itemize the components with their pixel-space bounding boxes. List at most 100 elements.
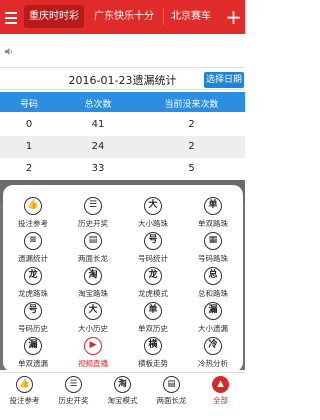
tab-beijing[interactable]: 北京赛车 [164, 5, 218, 28]
bottom-nav-label: 历史开奖 [58, 396, 89, 405]
big-small-icon: 大 [84, 302, 102, 320]
notice-bar [0, 34, 245, 68]
bottom-nav-item[interactable]: ▲ 全部 [196, 373, 245, 420]
menu-item[interactable]: 号号码历史 [3, 302, 63, 342]
bottom-nav-item[interactable]: 淘淘宝模式 [98, 373, 147, 420]
menu-item[interactable]: 号号码统计 [123, 232, 183, 272]
cell-number: 2 [25, 163, 33, 174]
document-icon: ☰ [65, 376, 82, 393]
menu-item[interactable]: ▤ 两面长龙 [63, 232, 123, 272]
menu-item-label: 龙虎模式 [138, 289, 168, 298]
menu-item-label: 冷热分析 [198, 359, 228, 368]
thumb-up-icon: 👍 [24, 197, 42, 215]
missing-icon: 漏 [204, 302, 222, 320]
bottom-nav-label: 淘宝模式 [107, 396, 138, 405]
trend-icon: 横 [144, 337, 162, 355]
thumb-up-icon: 👍 [16, 376, 33, 393]
top-nav-bar: 重庆时时彩 广东快乐十分 北京赛车 + [0, 0, 245, 34]
menu-item-label: 投注参考 [18, 219, 48, 228]
menu-item[interactable]: 龙龙虎路珠 [3, 267, 63, 307]
taobao-icon: 淘 [114, 376, 131, 393]
menu-item[interactable]: ▦ 号码路珠 [183, 232, 243, 272]
menu-item-label: 视频直播 [78, 359, 108, 368]
menu-item-label: 号码统计 [138, 254, 168, 263]
menu-item-label: 大小路珠 [138, 219, 168, 228]
bottom-nav-label: 两面长龙 [156, 396, 187, 405]
document-icon: ☰ [84, 197, 102, 215]
select-date-button[interactable]: 选择日期 [204, 72, 244, 88]
cell-missing: 2 [188, 119, 195, 130]
speaker-icon [4, 47, 12, 56]
cell-missing: 5 [188, 163, 195, 174]
menu-item[interactable]: 冷冷热分析 [183, 337, 243, 377]
menu-item-label: 遗漏统计 [18, 254, 48, 263]
menu-item-label: 横板走势 [138, 359, 168, 368]
menu-item[interactable]: 漏单双遗漏 [3, 337, 63, 377]
sum-icon: 总 [204, 267, 222, 285]
header-total: 总次数 [84, 100, 112, 110]
cell-total: 33 [91, 163, 105, 174]
bottom-nav-label: 投注参考 [9, 396, 40, 405]
big-icon: 大 [144, 197, 162, 215]
dragon-mode-icon: 龙 [144, 267, 162, 285]
notebook-icon: ▤ [84, 232, 102, 250]
menu-item-label: 单双遗漏 [18, 359, 48, 368]
cell-number: 0 [25, 119, 33, 130]
menu-item-label: 大小遗漏 [198, 324, 228, 333]
menu-panel: 👍 投注参考 ☰ 历史开奖大大小路珠单单双路珠 ≡ 遗漏统计 ▤ 两面长龙号号码统计 ▦ 号码路珠… [3, 185, 243, 372]
bottom-nav-label: 全部 [213, 396, 228, 405]
menu-item[interactable]: 大大小历史 [63, 302, 123, 342]
number-history-icon: 号 [24, 302, 42, 320]
bottom-nav-item[interactable]: ☰ 历史开奖 [49, 373, 98, 420]
title-row: 2016-01-23遗漏统计 选择日期 [0, 68, 245, 90]
menu-item[interactable]: 龙龙虎模式 [123, 267, 183, 307]
bottom-nav-item[interactable]: 👍 投注参考 [0, 373, 49, 420]
video-icon: ▶ [84, 337, 102, 355]
cell-missing: 2 [188, 141, 195, 152]
table-row: 0 41 2 [0, 114, 245, 136]
menu-item-label: 单双路珠 [198, 219, 228, 228]
odd-even-icon: 单 [144, 302, 162, 320]
menu-item-label: 号码历史 [18, 324, 48, 333]
menu-item[interactable]: 漏大小遗漏 [183, 302, 243, 342]
odd-missing-icon: 漏 [24, 337, 42, 355]
bottom-nav-item[interactable]: ▤ 两面长龙 [147, 373, 196, 420]
menu-item[interactable]: 大大小路珠 [123, 197, 183, 237]
table-header: 号码 总次数 当前没来次数 [0, 92, 245, 112]
menu-item[interactable]: 淘淘宝路珠 [63, 267, 123, 307]
menu-item-label: 总和路珠 [198, 289, 228, 298]
menu-item-label: 号码路珠 [198, 254, 228, 263]
menu-item-label: 大小历史 [78, 324, 108, 333]
menu-item[interactable]: ≡ 遗漏统计 [3, 232, 63, 272]
header-number: 号码 [19, 100, 38, 110]
all-icon: ▲ [212, 376, 229, 393]
menu-item[interactable]: ▶ 视频直播 [63, 337, 123, 377]
menu-item[interactable]: 👍 投注参考 [3, 197, 63, 237]
header-missing: 当前没来次数 [164, 100, 219, 110]
grid-icon: ▦ [204, 232, 222, 250]
menu-item[interactable]: 单单双历史 [123, 302, 183, 342]
menu-item[interactable]: 单单双路珠 [183, 197, 243, 237]
cell-total: 41 [91, 119, 105, 130]
tab-guangdong[interactable]: 广东快乐十分 [88, 5, 160, 28]
number-icon: 号 [144, 232, 162, 250]
tab-chongqing[interactable]: 重庆时时彩 [24, 5, 84, 28]
menu-item-label: 淘宝路珠 [78, 289, 108, 298]
taobao-icon: 淘 [84, 267, 102, 285]
notebook-icon: ▤ [163, 376, 180, 393]
list-icon: ≡ [24, 232, 42, 250]
menu-item-label: 历史开奖 [78, 219, 108, 228]
menu-item[interactable]: 横横板走势 [123, 337, 183, 377]
bottom-nav: 👍 投注参考 ☰ 历史开奖淘淘宝模式 ▤ 两面长龙 ▲ 全部 [0, 372, 245, 419]
cell-total: 24 [91, 141, 105, 152]
menu-item-label: 单双历史 [138, 324, 168, 333]
table-row: 2 33 5 [0, 158, 245, 180]
menu-icon[interactable] [0, 0, 24, 34]
heat-icon: 冷 [204, 337, 222, 355]
menu-item-label: 两面长龙 [78, 254, 108, 263]
add-button[interactable]: + [222, 0, 245, 34]
menu-item[interactable]: 总总和路珠 [183, 267, 243, 307]
menu-item-label: 龙虎路珠 [18, 289, 48, 298]
menu-item[interactable]: ☰ 历史开奖 [63, 197, 123, 237]
table-row: 1 24 2 [0, 136, 245, 158]
